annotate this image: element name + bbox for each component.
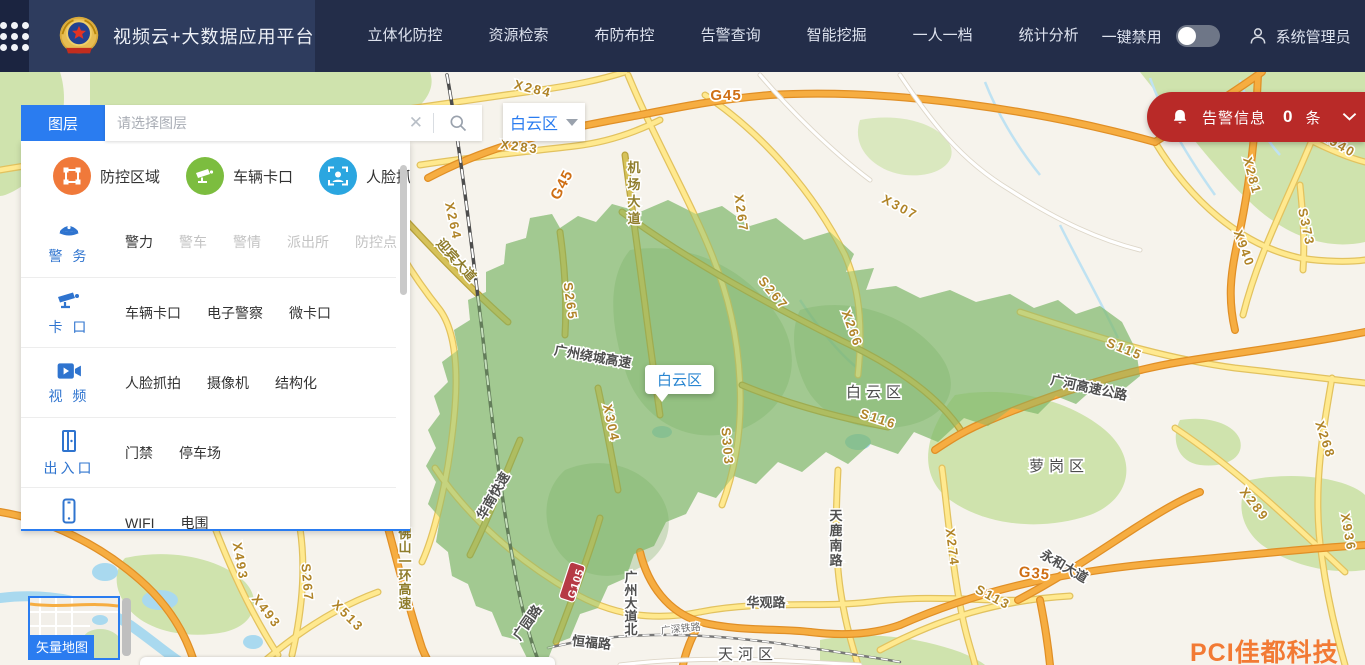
category-row-2: 视 频 人脸抓拍 摄像机 结构化 [21, 347, 396, 417]
police-cap-icon: 警 务 [21, 218, 103, 266]
chevron-down-icon [566, 119, 578, 126]
layer-search-input[interactable] [105, 115, 399, 131]
area-icon [53, 157, 91, 195]
police-badge-logo [57, 14, 101, 58]
district-selector[interactable]: 白云区 [503, 103, 585, 141]
layer-panel-body: 防控区域车辆卡口人脸抓拍 警 务警力警车警情派出所防控点卡 口车辆卡口电子警察微… [21, 141, 410, 531]
category-row-1: 卡 口 车辆卡口 电子警察 微卡口 [21, 277, 396, 347]
alert-label: 告警信息 [1202, 107, 1266, 128]
layer-option-0-4: 防控点 [355, 232, 397, 252]
quick-layer-label: 车辆卡口 [233, 166, 293, 187]
category-label: 警 务 [49, 246, 90, 266]
layers-tab[interactable]: 图层 [21, 105, 105, 141]
alert-chevron-icon[interactable] [1342, 112, 1357, 122]
phone-icon: 手 机 [21, 497, 103, 532]
layer-categories: 警 务 警力 警车 警情 派出所 防控点卡 口 车辆卡口 电子警察 微卡口视 频 人脸抓拍 摄像机 结… [21, 207, 410, 531]
category-items: 人脸抓拍 摄像机 结构化 [103, 373, 317, 393]
alert-unit: 条 [1305, 107, 1320, 128]
category-row-4: 手 机 WIFI 电围 [21, 487, 396, 531]
vehicle-camera-icon [186, 157, 224, 195]
road-label: G35 [1018, 563, 1051, 583]
layer-option-2-2[interactable]: 结构化 [275, 373, 317, 393]
road-label: G45 [710, 87, 741, 104]
minimap-label: 矢量地图 [30, 635, 94, 658]
road-label: 萝岗区 [1029, 458, 1089, 475]
nav-item-0[interactable]: 立体化防控 [345, 0, 466, 72]
road-label: 天鹿南路 [829, 508, 843, 568]
grid-menu-icon [0, 22, 29, 51]
category-items: WIFI 电围 [103, 513, 209, 532]
main-nav-menu: 立体化防控资源检索布防布控告警查询智能挖掘一人一档统计分析 [345, 0, 1102, 72]
category-label: 出入口 [44, 458, 95, 478]
username: 系统管理员 [1276, 26, 1351, 47]
layer-option-1-1[interactable]: 电子警察 [207, 303, 263, 323]
app-title: 视频云+大数据应用平台 [113, 23, 315, 49]
category-items: 警力 警车 警情 派出所 防控点 [103, 232, 397, 252]
quick-layer-0[interactable]: 防控区域 [53, 157, 160, 195]
clear-search-icon[interactable]: ✕ [399, 113, 433, 133]
layer-option-3-0[interactable]: 门禁 [125, 443, 153, 463]
one-key-disable-toggle[interactable] [1176, 25, 1220, 47]
nav-item-1[interactable]: 资源检索 [466, 0, 572, 72]
user-icon [1248, 26, 1268, 46]
bell-icon [1171, 107, 1189, 127]
layer-option-1-0[interactable]: 车辆卡口 [125, 303, 181, 323]
nav-item-4[interactable]: 智能挖掘 [784, 0, 890, 72]
category-row-0: 警 务 警力 警车 警情 派出所 防控点 [21, 207, 396, 277]
alert-count: 0 [1283, 107, 1292, 127]
category-items: 车辆卡口 电子警察 微卡口 [103, 303, 331, 323]
district-selector-value: 白云区 [510, 110, 558, 134]
road-label: 佛山一环高速 [397, 526, 411, 611]
nav-item-3[interactable]: 告警查询 [678, 0, 784, 72]
layer-option-1-2[interactable]: 微卡口 [289, 303, 331, 323]
nav-item-2[interactable]: 布防布控 [572, 0, 678, 72]
nav-item-6[interactable]: 统计分析 [996, 0, 1102, 72]
layer-option-2-0[interactable]: 人脸抓拍 [125, 373, 181, 393]
toggle-knob [1178, 27, 1196, 45]
hidden-bottom-panel [140, 657, 555, 665]
one-key-disable-label: 一键禁用 [1102, 26, 1162, 47]
road-label: 白云区 [846, 384, 906, 401]
layer-option-0-3: 派出所 [287, 232, 329, 252]
nav-item-5[interactable]: 一人一档 [890, 0, 996, 72]
road-label: 天河区 [718, 646, 778, 663]
search-button[interactable] [434, 113, 482, 133]
door-icon: 出入口 [21, 428, 103, 478]
layer-option-4-1[interactable]: 电围 [181, 513, 209, 532]
panel-scrollbar[interactable] [400, 165, 407, 295]
user-menu[interactable]: 系统管理员 [1248, 26, 1351, 47]
quick-layer-label: 防控区域 [100, 166, 160, 187]
layer-option-2-1[interactable]: 摄像机 [207, 373, 249, 393]
face-capture-icon [319, 157, 357, 195]
alert-info-pill[interactable]: 告警信息 0 条 [1147, 92, 1365, 142]
navbar-right-controls: 一键禁用 系统管理员 [1102, 0, 1365, 72]
quick-layers-row: 防控区域 车辆卡口 人脸抓拍 [21, 141, 410, 207]
app-window: X284X283X283X264X267X266X307S267S265X304… [0, 0, 1365, 665]
quick-layer-1[interactable]: 车辆卡口 [186, 157, 293, 195]
video-icon: 视 频 [21, 360, 103, 406]
district-tooltip[interactable]: 白云区 [645, 365, 714, 394]
category-label: 手 机 [49, 529, 90, 532]
layer-search-box: ✕ [105, 105, 482, 141]
vendor-watermark: PCI佳都科技 [1190, 633, 1339, 665]
search-icon [448, 113, 468, 133]
minimap[interactable]: 矢量地图 [28, 596, 120, 660]
category-items: 门禁 停车场 [103, 443, 221, 463]
category-label: 卡 口 [49, 317, 90, 337]
top-navbar: 视频云+大数据应用平台 立体化防控资源检索布防布控告警查询智能挖掘一人一档统计分… [0, 0, 1365, 72]
category-row-3: 出入口 门禁 停车场 [21, 417, 396, 487]
layer-option-0-0[interactable]: 警力 [125, 232, 153, 252]
layer-option-4-0[interactable]: WIFI [125, 515, 155, 531]
road-label: 华观路 [746, 595, 786, 610]
quick-layer-2[interactable]: 人脸抓拍 [319, 157, 410, 195]
category-label: 视 频 [49, 386, 90, 406]
layer-option-0-2: 警情 [233, 232, 261, 252]
minimap-scrollbar[interactable] [122, 598, 131, 656]
road-label: 广州大道北 [623, 570, 637, 637]
app-grid-button[interactable] [0, 0, 29, 72]
app-logo-box: 视频云+大数据应用平台 [29, 0, 315, 72]
layer-option-3-1[interactable]: 停车场 [179, 443, 221, 463]
layer-option-0-1: 警车 [179, 232, 207, 252]
checkpoint-camera-icon: 卡 口 [21, 289, 103, 337]
